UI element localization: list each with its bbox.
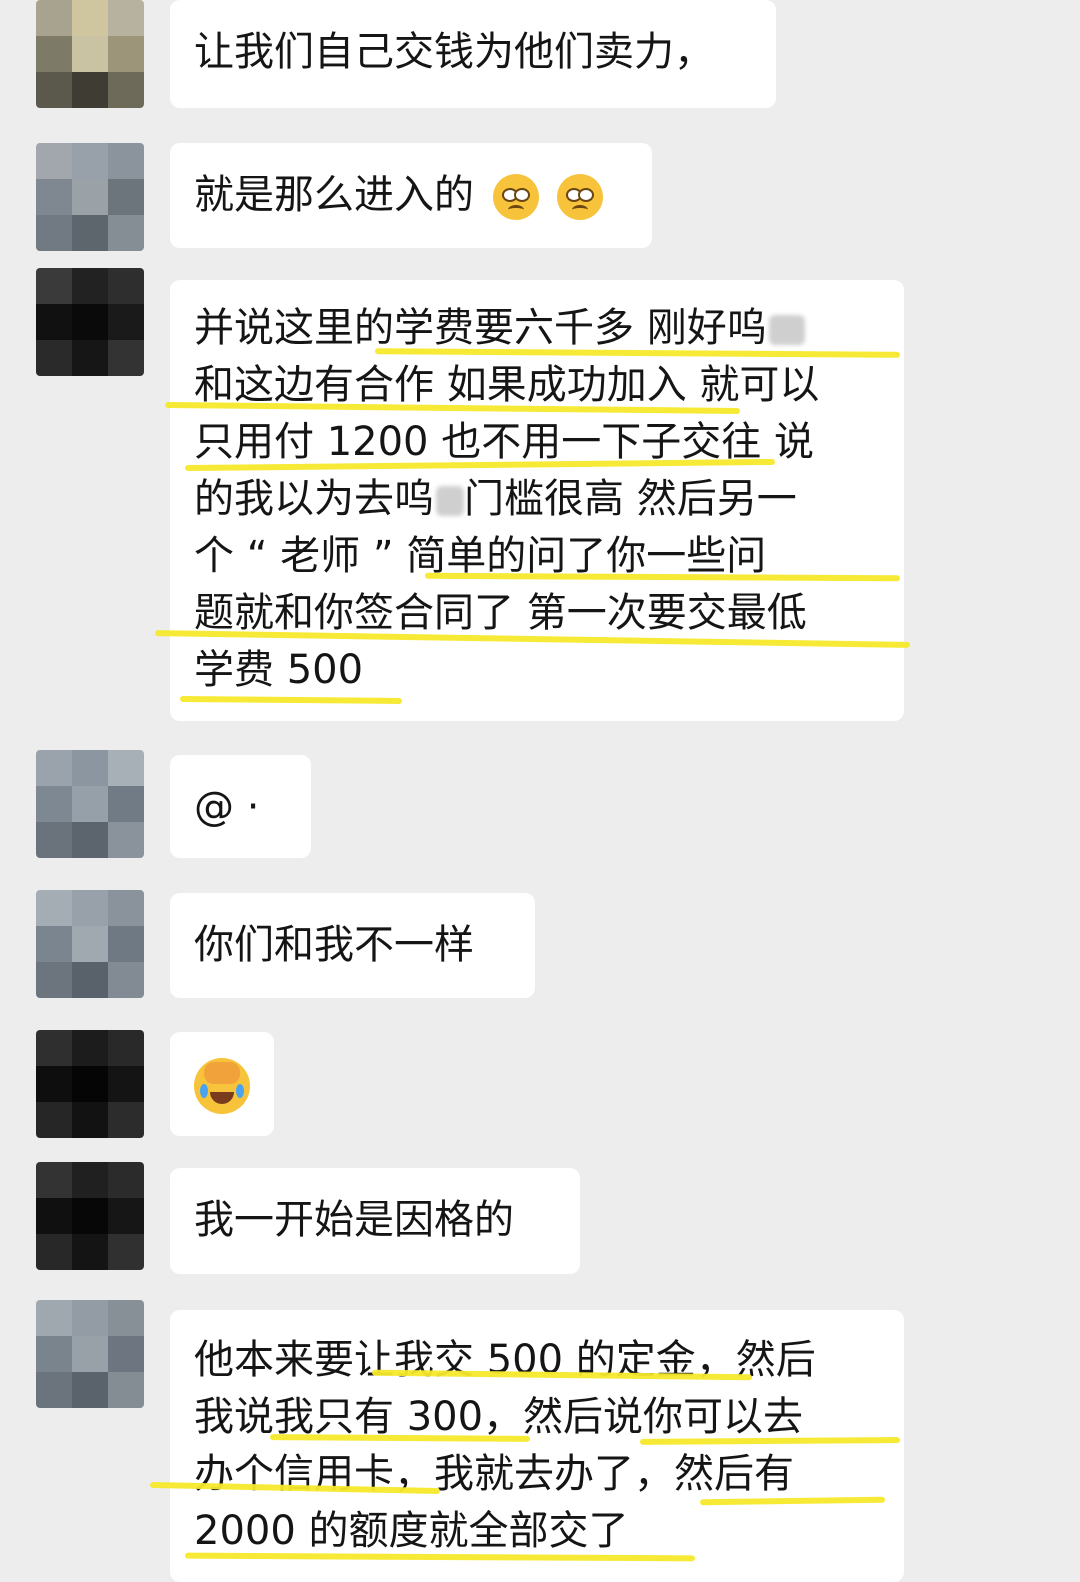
- disappointed-face-icon: [492, 174, 539, 220]
- avatar[interactable]: [36, 268, 144, 376]
- message-text: 就是那么进入的: [194, 172, 474, 218]
- avatar[interactable]: [36, 0, 144, 108]
- disappointed-face-icon: [557, 174, 604, 220]
- avatar[interactable]: [36, 143, 144, 251]
- avatar[interactable]: [36, 890, 144, 998]
- message-bubble[interactable]: [170, 1032, 274, 1136]
- message-text: 我一开始是因格的: [194, 1197, 514, 1243]
- message-text: 你们和我不一样: [194, 922, 474, 968]
- message-line: 的我以为去呜 门槛很高 然后另一: [194, 471, 880, 528]
- message-bubble[interactable]: @ ·: [170, 755, 311, 858]
- message-text: 2000 的额度就全部交了: [194, 1508, 629, 1554]
- redacted-mark: [436, 486, 464, 516]
- message-text: 办个信用卡，我就去办了，然后有: [194, 1451, 794, 1497]
- message-text: @ ·: [194, 784, 260, 830]
- avatar[interactable]: [36, 750, 144, 858]
- message-text: 他本来要让我交 500 的定金，然后: [194, 1337, 816, 1383]
- avatar[interactable]: [36, 1030, 144, 1138]
- avatar[interactable]: [36, 1162, 144, 1270]
- face-with-hand-covering-eyes-icon: [194, 1058, 250, 1114]
- message-bubble[interactable]: 你们和我不一样: [170, 893, 535, 998]
- message-bubble[interactable]: 就是那么进入的: [170, 143, 652, 248]
- message-bubble[interactable]: 并说这里的学费要六千多 刚好呜 和这边有合作 如果成功加入 就可以 只用付 12…: [170, 280, 904, 721]
- message-text: 门槛很高 然后另一: [464, 476, 797, 522]
- avatar[interactable]: [36, 1300, 144, 1408]
- redacted-mark: [768, 315, 805, 345]
- message-bubble[interactable]: 他本来要让我交 500 的定金，然后 我说我只有 300，然后说你可以去 办个信…: [170, 1310, 904, 1582]
- message-line: 就是那么进入的: [194, 167, 628, 224]
- message-bubble[interactable]: 让我们自己交钱为他们卖力，: [170, 0, 776, 108]
- chat-thread: 让我们自己交钱为他们卖力， 就是那么进入的 并说这里的学费要六千多 刚好呜 和这: [0, 0, 1080, 1582]
- message-bubble[interactable]: 我一开始是因格的: [170, 1168, 580, 1274]
- message-text: 学费 500: [194, 647, 364, 693]
- message-text: 让我们自己交钱为他们卖力，: [194, 29, 714, 75]
- message-text: 的我以为去呜: [194, 476, 434, 522]
- message-text: 并说这里的学费要六千多 刚好呜: [194, 305, 767, 351]
